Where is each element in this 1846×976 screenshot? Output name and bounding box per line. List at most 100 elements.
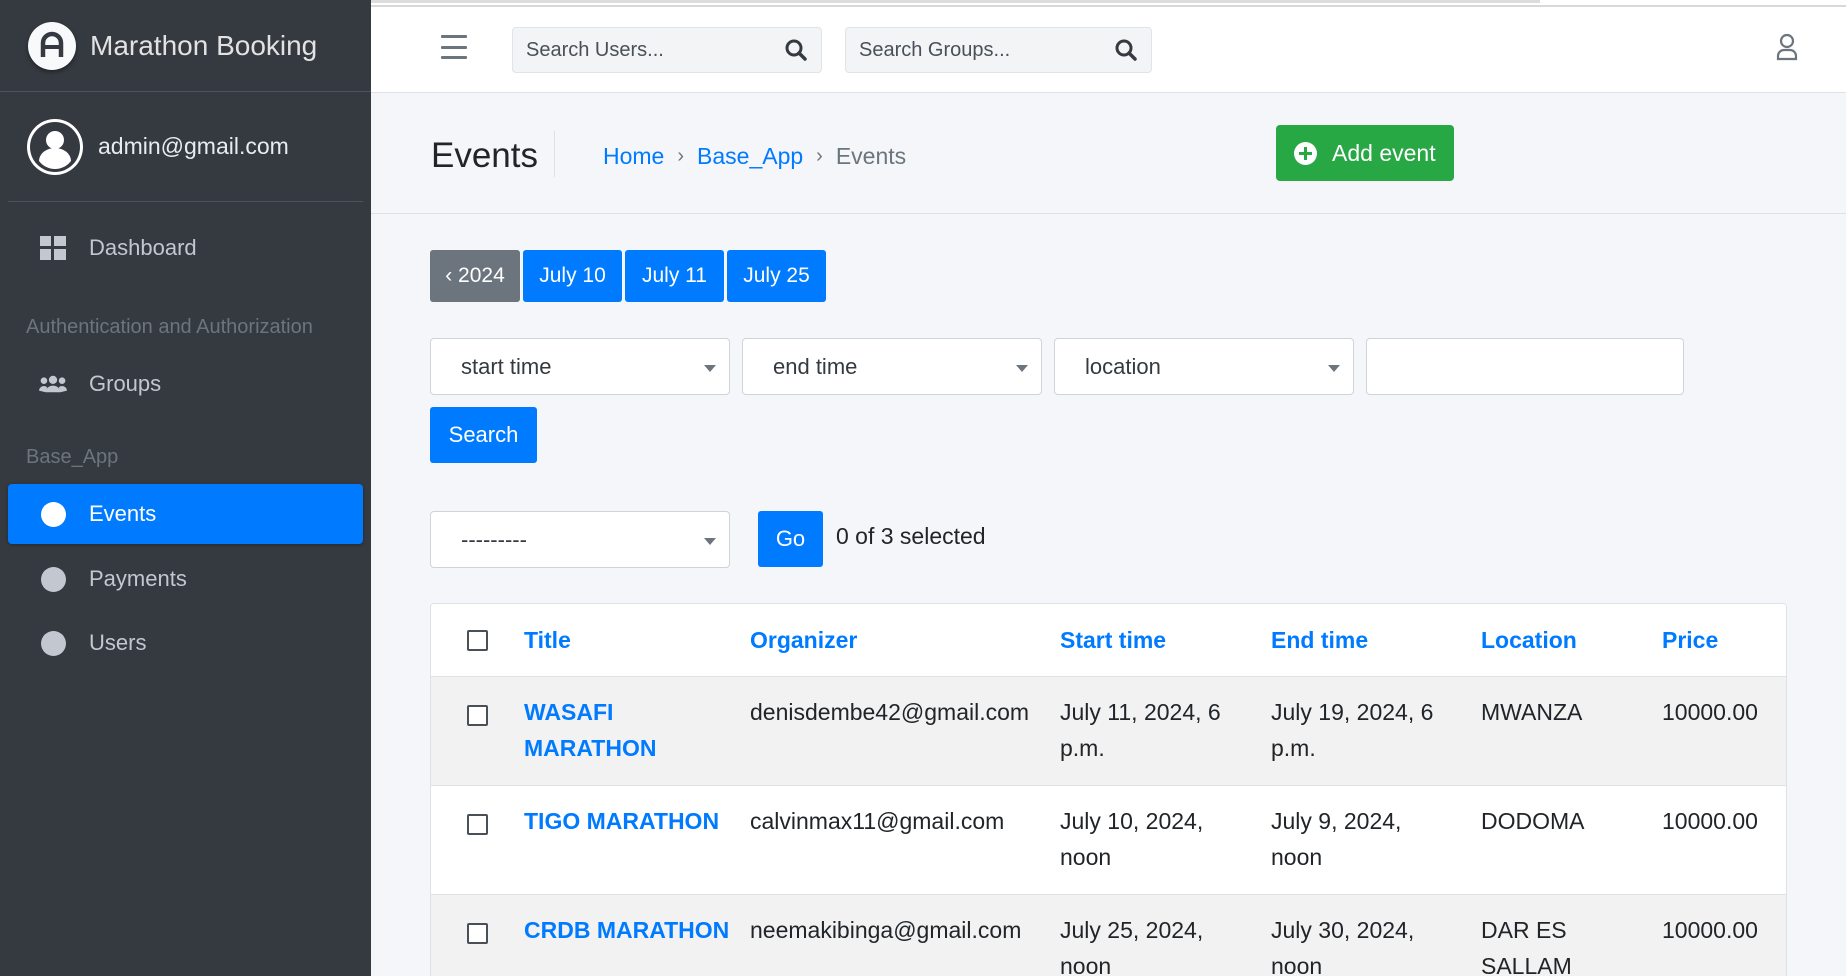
loading-bar bbox=[370, 0, 1540, 3]
caret-down-icon bbox=[1328, 365, 1340, 372]
start-time-filter[interactable]: start time bbox=[430, 338, 730, 395]
caret-down-icon bbox=[1016, 365, 1028, 372]
plus-circle-icon bbox=[1294, 141, 1317, 165]
breadcrumb-separator: › bbox=[677, 145, 685, 167]
results-table: Title Organizer Start time End time Loca… bbox=[430, 603, 1787, 976]
user-email: admin@gmail.com bbox=[98, 133, 289, 159]
end-time-cell: July 30, 2024, noon bbox=[1271, 917, 1415, 976]
event-title-link[interactable]: CRDB MARATHON bbox=[524, 912, 729, 948]
end-time-cell: July 9, 2024, noon bbox=[1271, 808, 1402, 870]
column-header-end-time[interactable]: End time bbox=[1271, 622, 1368, 658]
search-button[interactable]: Search bbox=[430, 407, 537, 463]
search-users-form: Search Users... bbox=[512, 27, 822, 73]
sidebar-item-label: Dashboard bbox=[89, 235, 197, 260]
hamburger-menu-icon[interactable] bbox=[441, 35, 467, 59]
row-checkbox[interactable] bbox=[467, 705, 488, 726]
nav-header-base-app: Base_App bbox=[26, 445, 119, 468]
location-cell: DODOMA bbox=[1481, 808, 1585, 834]
user-avatar-icon bbox=[27, 118, 83, 175]
content-header: Events Home › Base_App › Events Add even… bbox=[371, 93, 1846, 214]
end-time-cell: July 19, 2024, 6 p.m. bbox=[1271, 699, 1434, 761]
organizer-cell: calvinmax11@gmail.com bbox=[750, 808, 1005, 834]
price-cell: 10000.00 bbox=[1662, 917, 1758, 943]
organizer-cell: denisdembe42@gmail.com bbox=[750, 699, 1030, 725]
sidebar-nav: Dashboard Authentication and Authorizati… bbox=[0, 218, 371, 673]
select-value: start time bbox=[461, 353, 552, 379]
brand-link[interactable]: Marathon Booking bbox=[0, 0, 371, 92]
add-event-button[interactable]: Add event bbox=[1276, 125, 1454, 181]
column-header-start-time[interactable]: Start time bbox=[1060, 622, 1166, 658]
table-row: CRDB MARATHON neemakibinga@gmail.com Jul… bbox=[431, 895, 1786, 976]
sidebar-item-dashboard[interactable]: Dashboard bbox=[8, 218, 363, 278]
date-link-july-25[interactable]: July 25 bbox=[727, 250, 826, 302]
column-header-title[interactable]: Title bbox=[524, 622, 571, 658]
select-value: --------- bbox=[461, 526, 527, 552]
price-cell: 10000.00 bbox=[1662, 699, 1758, 725]
sidebar-item-label: Users bbox=[89, 630, 147, 655]
search-groups-input[interactable]: Search Groups... bbox=[846, 39, 1101, 62]
brand-name: Marathon Booking bbox=[90, 29, 318, 61]
circle-icon bbox=[39, 565, 67, 593]
caret-down-icon bbox=[704, 365, 716, 372]
sidebar-item-label: Payments bbox=[89, 566, 187, 591]
location-cell: DAR ES SALLAM bbox=[1481, 917, 1572, 976]
page-title: Events bbox=[431, 136, 538, 175]
sidebar-item-groups[interactable]: Groups bbox=[8, 354, 363, 414]
select-value: end time bbox=[773, 353, 858, 379]
filter-search-input[interactable] bbox=[1366, 338, 1684, 395]
event-title-link[interactable]: TIGO MARATHON bbox=[524, 803, 719, 839]
breadcrumb-separator: › bbox=[816, 145, 823, 167]
search-users-input[interactable]: Search Users... bbox=[513, 39, 771, 62]
location-filter[interactable]: location bbox=[1054, 338, 1354, 395]
circle-icon bbox=[39, 629, 67, 657]
action-select[interactable]: --------- bbox=[430, 511, 730, 568]
table-row: WASAFI MARATHON denisdembe42@gmail.com Ju… bbox=[431, 677, 1786, 786]
sidebar-item-events[interactable]: Events bbox=[8, 484, 363, 544]
location-cell: MWANZA bbox=[1481, 699, 1583, 725]
search-icon[interactable] bbox=[1101, 39, 1151, 61]
search-icon[interactable] bbox=[771, 39, 821, 61]
sidebar-item-users[interactable]: Users bbox=[8, 613, 363, 673]
sidebar-item-payments[interactable]: Payments bbox=[8, 549, 363, 609]
row-checkbox[interactable] bbox=[467, 923, 488, 944]
user-panel[interactable]: admin@gmail.com bbox=[8, 92, 363, 202]
selection-counter: 0 of 3 selected bbox=[836, 523, 986, 549]
breadcrumb: Home › Base_App › Events bbox=[603, 143, 906, 170]
add-event-label: Add event bbox=[1332, 139, 1436, 166]
sidebar-item-label: Events bbox=[89, 501, 157, 526]
sidebar: Marathon Booking admin@gmail.com Dashboa… bbox=[0, 0, 371, 976]
column-header-location[interactable]: Location bbox=[1481, 622, 1577, 658]
column-header-price[interactable]: Price bbox=[1662, 622, 1718, 658]
dashboard-icon bbox=[39, 234, 67, 262]
column-header-organizer[interactable]: Organizer bbox=[750, 622, 857, 658]
date-link-july-11[interactable]: July 11 bbox=[625, 250, 724, 302]
go-button[interactable]: Go bbox=[758, 511, 823, 567]
breadcrumb-home[interactable]: Home bbox=[603, 143, 664, 170]
title-divider bbox=[554, 131, 555, 177]
table-row: TIGO MARATHON calvinmax11@gmail.com July… bbox=[431, 786, 1786, 895]
select-all-checkbox[interactable] bbox=[467, 630, 488, 651]
search-groups-form: Search Groups... bbox=[845, 27, 1152, 73]
brand-logo-icon bbox=[28, 21, 76, 70]
date-back-button[interactable]: ‹ 2024 bbox=[430, 250, 520, 302]
date-hierarchy: ‹ 2024 July 10 July 11 July 25 bbox=[430, 250, 829, 302]
organizer-cell: neemakibinga@gmail.com bbox=[750, 917, 1022, 943]
start-time-cell: July 11, 2024, 6 p.m. bbox=[1060, 699, 1221, 761]
date-link-july-10[interactable]: July 10 bbox=[523, 250, 622, 302]
nav-header-auth: Authentication and Authorization bbox=[26, 315, 313, 338]
top-navbar: Search Users... Search Groups... bbox=[371, 7, 1846, 93]
price-cell: 10000.00 bbox=[1662, 808, 1758, 834]
select-value: location bbox=[1085, 353, 1161, 379]
row-checkbox[interactable] bbox=[467, 814, 488, 835]
breadcrumb-base-app[interactable]: Base_App bbox=[697, 143, 803, 170]
start-time-cell: July 25, 2024, noon bbox=[1060, 917, 1204, 976]
circle-icon bbox=[39, 500, 67, 528]
event-title-link[interactable]: WASAFI MARATHON bbox=[524, 694, 656, 766]
caret-down-icon bbox=[704, 538, 716, 545]
table-header-row: Title Organizer Start time End time Loca… bbox=[431, 604, 1786, 677]
start-time-cell: July 10, 2024, noon bbox=[1060, 808, 1204, 870]
users-group-icon bbox=[39, 370, 67, 398]
end-time-filter[interactable]: end time bbox=[742, 338, 1042, 395]
sidebar-item-label: Groups bbox=[89, 371, 162, 396]
user-menu-icon[interactable] bbox=[1776, 33, 1798, 66]
